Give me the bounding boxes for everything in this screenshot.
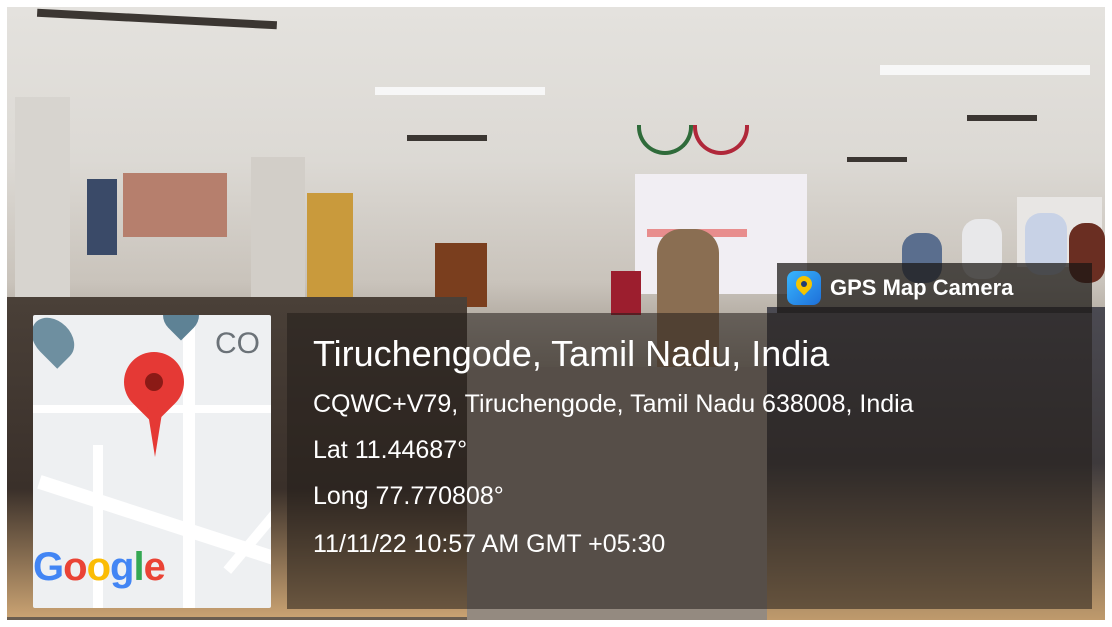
pillar — [15, 97, 70, 317]
address-line: CQWC+V79, Tiruchengode, Tamil Nadu 63800… — [313, 390, 914, 418]
app-name: GPS Map Camera — [830, 275, 1014, 300]
window — [123, 173, 227, 237]
longitude-line: Long 77.770808° — [313, 482, 504, 510]
ceiling-fan — [36, 8, 278, 30]
location-pin-dot — [145, 373, 163, 391]
decoration — [693, 125, 749, 155]
ceiling-light — [375, 87, 545, 95]
gps-app-badge: GPS Map Camera — [777, 263, 1092, 313]
ceiling-light — [880, 65, 1090, 75]
pillar — [251, 157, 305, 307]
graduation-cap-icon — [33, 315, 83, 369]
ceiling-fan — [407, 135, 487, 141]
map-marker-icon — [155, 315, 207, 341]
photo-frame: GPS Map Camera Tiruchengode, Tamil Nadu,… — [0, 0, 1112, 627]
location-title: Tiruchengode, Tamil Nadu, India — [313, 333, 830, 374]
map-place-label: CO — [215, 327, 260, 360]
datetime-line: 11/11/22 10:57 AM GMT +05:30 — [313, 530, 666, 558]
location-pin-tail — [147, 407, 163, 457]
ceiling-fan — [967, 115, 1037, 121]
chair — [611, 271, 641, 315]
wall-panel — [87, 179, 117, 255]
ceiling-fan — [847, 157, 907, 162]
map-thumbnail: CO Google — [33, 315, 271, 608]
map-pin-app-icon — [787, 271, 821, 305]
map-road — [183, 315, 195, 608]
google-logo: Google — [33, 545, 166, 589]
latitude-line: Lat 11.44687° — [313, 436, 468, 464]
decoration — [637, 125, 693, 155]
door — [307, 193, 353, 303]
